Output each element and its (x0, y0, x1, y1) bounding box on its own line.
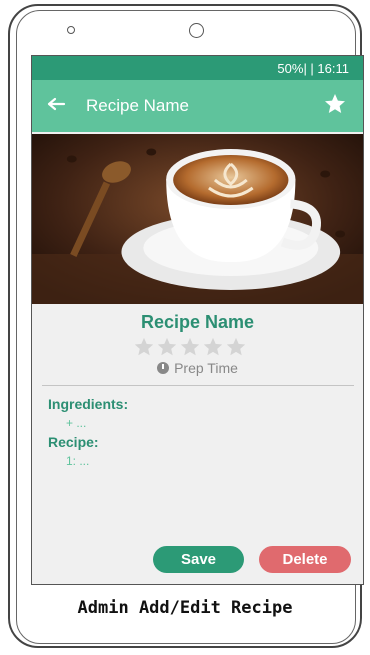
camera-dot (189, 23, 204, 38)
screen: 50%| | 16:11 Recipe Name Recipe Name Pre… (31, 55, 364, 585)
recipe-steps-label: Recipe: (48, 434, 99, 450)
back-arrow-icon[interactable] (44, 92, 68, 116)
rating-star-icon[interactable] (179, 336, 201, 358)
app-bar: Recipe Name (32, 80, 363, 132)
ingredients-label: Ingredients: (48, 396, 129, 412)
coffee-cup-image (32, 134, 363, 304)
divider (42, 385, 354, 386)
app-bar-title: Recipe Name (86, 96, 189, 115)
star-rating[interactable] (133, 336, 263, 358)
prep-time[interactable]: Prep Time (32, 360, 363, 376)
status-text: 50%| | 16:11 (277, 61, 349, 76)
clock-icon (157, 362, 170, 374)
screen-caption: Admin Add/Edit Recipe (77, 598, 293, 618)
recipe-steps-add-item[interactable]: 1: ... (66, 454, 89, 468)
rating-star-icon[interactable] (225, 336, 247, 358)
save-button[interactable]: Save (153, 546, 244, 573)
recipe-title: Recipe Name (140, 312, 255, 332)
rating-star-icon[interactable] (202, 336, 224, 358)
rating-star-icon[interactable] (156, 336, 178, 358)
prep-time-label: Prep Time (174, 360, 238, 376)
speaker-dot (67, 26, 75, 34)
delete-button[interactable]: Delete (259, 546, 351, 573)
status-bar: 50%| | 16:11 (32, 56, 363, 80)
favorite-star-icon[interactable] (323, 92, 347, 116)
rating-star-icon[interactable] (133, 336, 155, 358)
ingredients-add-item[interactable]: + ... (66, 416, 86, 430)
